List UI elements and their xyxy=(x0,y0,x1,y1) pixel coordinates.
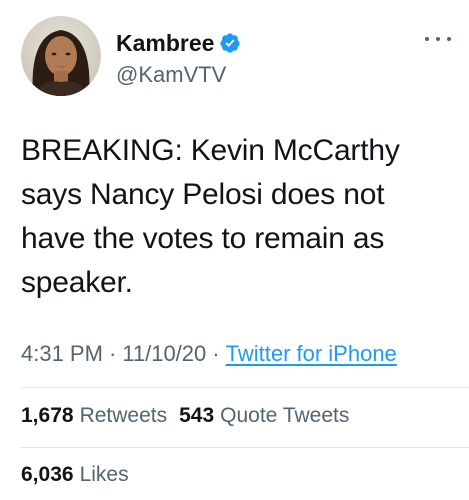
author-name-row[interactable]: Kambree xyxy=(116,29,241,57)
retweets-label: Retweets xyxy=(79,404,168,427)
author-handle[interactable]: @KamVTV xyxy=(116,62,226,88)
meta-separator: · xyxy=(108,341,117,366)
retweets-count: 1,678 xyxy=(21,404,74,427)
divider xyxy=(21,447,469,448)
dot xyxy=(425,37,429,41)
profile-photo-icon xyxy=(21,16,101,96)
more-dots-icon[interactable] xyxy=(425,30,451,48)
likes-label: Likes xyxy=(79,463,129,486)
tweet-meta: 4:31 PM · 11/10/20 · Twitter for iPhone xyxy=(21,341,397,367)
likes-link[interactable]: 6,036 Likes xyxy=(21,463,129,487)
tweet-text-line: have the votes to remain as xyxy=(21,222,385,255)
retweets-link[interactable]: 1,678 Retweets xyxy=(21,404,167,428)
tweet-time[interactable]: 4:31 PM xyxy=(21,341,103,367)
likes-count: 6,036 xyxy=(21,463,74,486)
tweet-text: BREAKING: Kevin McCarthy says Nancy Pelo… xyxy=(21,129,451,305)
likes-stats: 6,036 Likes xyxy=(21,463,129,487)
quote-tweets-link[interactable]: 543 Quote Tweets xyxy=(179,404,349,428)
tweet-text-line: speaker. xyxy=(21,266,133,299)
display-name[interactable]: Kambree xyxy=(116,30,214,57)
engagement-stats: 1,678 Retweets 543 Quote Tweets xyxy=(21,404,349,428)
dot xyxy=(436,37,440,41)
quote-tweets-label: Quote Tweets xyxy=(220,404,350,427)
avatar[interactable] xyxy=(21,16,101,96)
dot xyxy=(447,37,451,41)
tweet-source-link[interactable]: Twitter for iPhone xyxy=(226,341,397,367)
meta-separator: · xyxy=(212,341,220,366)
tweet-text-line: says Nancy Pelosi does not xyxy=(21,178,385,211)
tweet-detail: Kambree @KamVTV BREAKING: Kevin McCarthy… xyxy=(0,0,469,500)
tweet-text-line: BREAKING: Kevin McCarthy xyxy=(21,134,400,167)
tweet-date[interactable]: 11/10/20 xyxy=(122,341,206,367)
quote-tweets-count: 543 xyxy=(179,404,215,427)
verified-badge-icon xyxy=(220,33,241,53)
divider xyxy=(21,387,469,388)
